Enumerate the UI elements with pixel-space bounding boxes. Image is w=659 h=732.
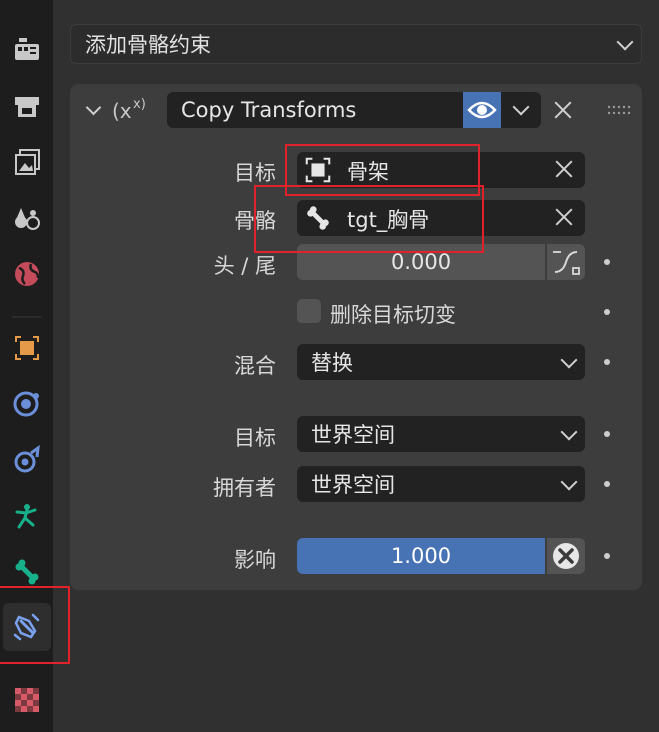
bone-icon xyxy=(15,559,39,585)
output-icon xyxy=(15,149,40,175)
object-data-armature-icon xyxy=(15,504,37,529)
mix-label: 混合 xyxy=(234,354,276,378)
target-label: 目标 xyxy=(234,161,276,185)
chevron-down-icon xyxy=(616,33,634,51)
animate-property-dot[interactable] xyxy=(604,359,610,365)
remove-target-shear-checkbox[interactable] xyxy=(297,299,321,323)
add-bone-constraint-dropdown[interactable]: 添加骨骼约束 xyxy=(70,24,642,64)
disable-keep-transform-button[interactable] xyxy=(547,538,585,574)
chevron-down-icon xyxy=(560,351,578,369)
properties-tab-bar xyxy=(0,0,53,732)
drag-handle-icon[interactable] xyxy=(607,104,631,116)
head-tail-field[interactable]: 0.000 xyxy=(297,244,545,280)
bone-constraint-icon xyxy=(13,613,40,641)
clear-bone-icon[interactable] xyxy=(555,208,573,226)
target-space-value: 世界空间 xyxy=(311,423,395,447)
svg-text:x): x) xyxy=(133,97,146,112)
influence-value: 1.000 xyxy=(390,544,452,568)
constraint-name-field[interactable]: Copy Transforms xyxy=(167,92,463,128)
physics-icon xyxy=(14,444,40,473)
tab-separator xyxy=(12,316,42,318)
close-icon xyxy=(554,101,572,119)
tab-object-data[interactable] xyxy=(3,492,51,540)
tab-texture[interactable] xyxy=(3,676,51,724)
tab-modifiers[interactable] xyxy=(3,380,51,428)
target-value: 骨架 xyxy=(347,160,389,184)
world-icon xyxy=(15,262,40,286)
tool-settings-icon xyxy=(15,38,39,60)
tab-bone-constraints[interactable] xyxy=(3,603,51,651)
animate-property-dot[interactable] xyxy=(604,481,610,487)
delete-constraint-button[interactable] xyxy=(553,100,573,120)
use-bbone-shape-toggle[interactable] xyxy=(547,244,585,280)
bbone-curve-icon xyxy=(553,251,580,275)
target-space-dropdown[interactable]: 世界空间 xyxy=(297,416,585,452)
enable-constraint-toggle[interactable] xyxy=(463,92,501,128)
chevron-down-icon xyxy=(560,423,578,441)
constraint-menu-dropdown[interactable] xyxy=(501,92,541,128)
remove-target-shear-label: 删除目标切变 xyxy=(330,303,456,327)
cancel-circle-icon xyxy=(553,543,579,569)
tab-bone[interactable] xyxy=(3,548,51,596)
target-space-label: 目标 xyxy=(234,426,276,450)
tab-tool[interactable] xyxy=(3,26,51,74)
svg-text:(x: (x xyxy=(112,99,132,123)
collapse-chevron-icon[interactable] xyxy=(85,99,102,118)
owner-space-dropdown[interactable]: 世界空间 xyxy=(297,466,585,502)
target-field[interactable]: 骨架 xyxy=(297,152,585,188)
modifiers-icon xyxy=(13,391,39,417)
bone-label: 骨骼 xyxy=(234,209,276,233)
bone-value: tgt_胸骨 xyxy=(347,208,430,232)
tab-physics[interactable] xyxy=(3,436,51,484)
tab-object[interactable] xyxy=(3,324,51,372)
owner-space-label: 拥有者 xyxy=(213,476,276,500)
bone-field[interactable]: tgt_胸骨 xyxy=(297,200,585,236)
mix-value: 替换 xyxy=(311,351,353,375)
chevron-down-icon xyxy=(512,98,530,116)
eye-icon xyxy=(467,101,497,119)
tab-output[interactable] xyxy=(3,138,51,186)
tab-render[interactable] xyxy=(3,82,51,130)
copy-transforms-constraint-icon: (x x) xyxy=(112,97,146,123)
tab-view-layer[interactable] xyxy=(3,194,51,242)
owner-space-value: 世界空间 xyxy=(311,473,395,497)
influence-slider[interactable]: 1.000 xyxy=(297,538,545,574)
head-tail-value: 0.000 xyxy=(390,250,452,274)
add-bone-constraint-label: 添加骨骼约束 xyxy=(85,33,211,57)
head-tail-label: 头 / 尾 xyxy=(213,254,276,278)
tab-world[interactable] xyxy=(3,250,51,298)
render-icon xyxy=(15,97,39,117)
view-layer-icon xyxy=(15,208,40,230)
animate-property-dot[interactable] xyxy=(604,259,610,265)
animate-property-dot[interactable] xyxy=(604,431,610,437)
clear-target-icon[interactable] xyxy=(555,160,573,178)
object-icon xyxy=(15,336,39,360)
influence-label: 影响 xyxy=(234,548,276,572)
chevron-down-icon xyxy=(560,473,578,491)
mix-dropdown[interactable]: 替换 xyxy=(297,344,585,380)
texture-icon xyxy=(15,688,39,712)
animate-property-dot[interactable] xyxy=(604,553,610,559)
constraint-name: Copy Transforms xyxy=(181,98,357,122)
armature-object-icon xyxy=(305,157,331,183)
animate-property-dot[interactable] xyxy=(604,309,610,315)
bone-icon xyxy=(307,206,329,230)
